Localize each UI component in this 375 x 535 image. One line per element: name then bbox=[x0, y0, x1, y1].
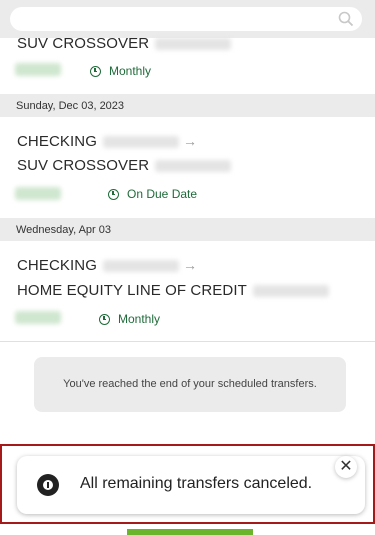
arrow-right-icon: → bbox=[182, 257, 198, 273]
masked-account-number bbox=[155, 160, 232, 173]
search-bar-container bbox=[0, 0, 375, 38]
transfer-from-account[interactable]: CHECKING → bbox=[17, 257, 197, 274]
transfer-to-account[interactable]: SUV CROSSOVER bbox=[17, 157, 232, 174]
frequency-label: Monthly bbox=[118, 312, 161, 326]
account-name: SUV CROSSOVER bbox=[17, 157, 150, 174]
toast-highlight: All remaining transfers canceled. ✕ bbox=[0, 444, 375, 524]
transfer-to-account[interactable]: HOME EQUITY LINE OF CREDIT bbox=[17, 282, 329, 299]
date-header: Sunday, Dec 03, 2023 bbox=[0, 94, 375, 117]
masked-account-number bbox=[155, 38, 232, 51]
masked-account-number bbox=[102, 136, 179, 149]
date-header: Wednesday, Apr 03 bbox=[0, 218, 375, 241]
clock-icon bbox=[99, 313, 110, 325]
account-name: HOME EQUITY LINE OF CREDIT bbox=[17, 282, 247, 299]
masked-account-number bbox=[102, 260, 179, 273]
primary-action-button[interactable] bbox=[127, 529, 253, 535]
clock-icon bbox=[108, 188, 119, 200]
masked-account-number bbox=[252, 285, 329, 298]
transfer-amount bbox=[15, 311, 61, 324]
info-icon bbox=[37, 474, 59, 496]
clock-icon bbox=[90, 65, 101, 77]
divider bbox=[0, 341, 375, 342]
end-of-list-message: You've reached the end of your scheduled… bbox=[34, 357, 346, 412]
arrow-right-icon: → bbox=[182, 133, 198, 149]
account-name: CHECKING bbox=[17, 133, 97, 150]
transfer-frequency: On Due Date bbox=[108, 187, 197, 201]
transfer-from-account[interactable]: CHECKING → bbox=[17, 133, 197, 150]
search-icon[interactable] bbox=[338, 11, 354, 27]
toast-message: All remaining transfers canceled. bbox=[80, 475, 313, 492]
transfer-amount bbox=[15, 63, 61, 76]
transfer-frequency: Monthly bbox=[99, 312, 160, 326]
transfer-frequency: Monthly bbox=[90, 64, 151, 78]
frequency-label: Monthly bbox=[109, 64, 152, 78]
toast-notification: All remaining transfers canceled. bbox=[17, 456, 365, 514]
search-input[interactable] bbox=[10, 7, 362, 31]
account-name: CHECKING bbox=[17, 257, 97, 274]
close-icon[interactable]: ✕ bbox=[335, 456, 357, 478]
account-name: SUV CROSSOVER bbox=[17, 35, 150, 52]
frequency-label: On Due Date bbox=[127, 187, 198, 201]
transfer-to-account[interactable]: SUV CROSSOVER bbox=[17, 35, 232, 52]
transfer-amount bbox=[15, 187, 61, 200]
